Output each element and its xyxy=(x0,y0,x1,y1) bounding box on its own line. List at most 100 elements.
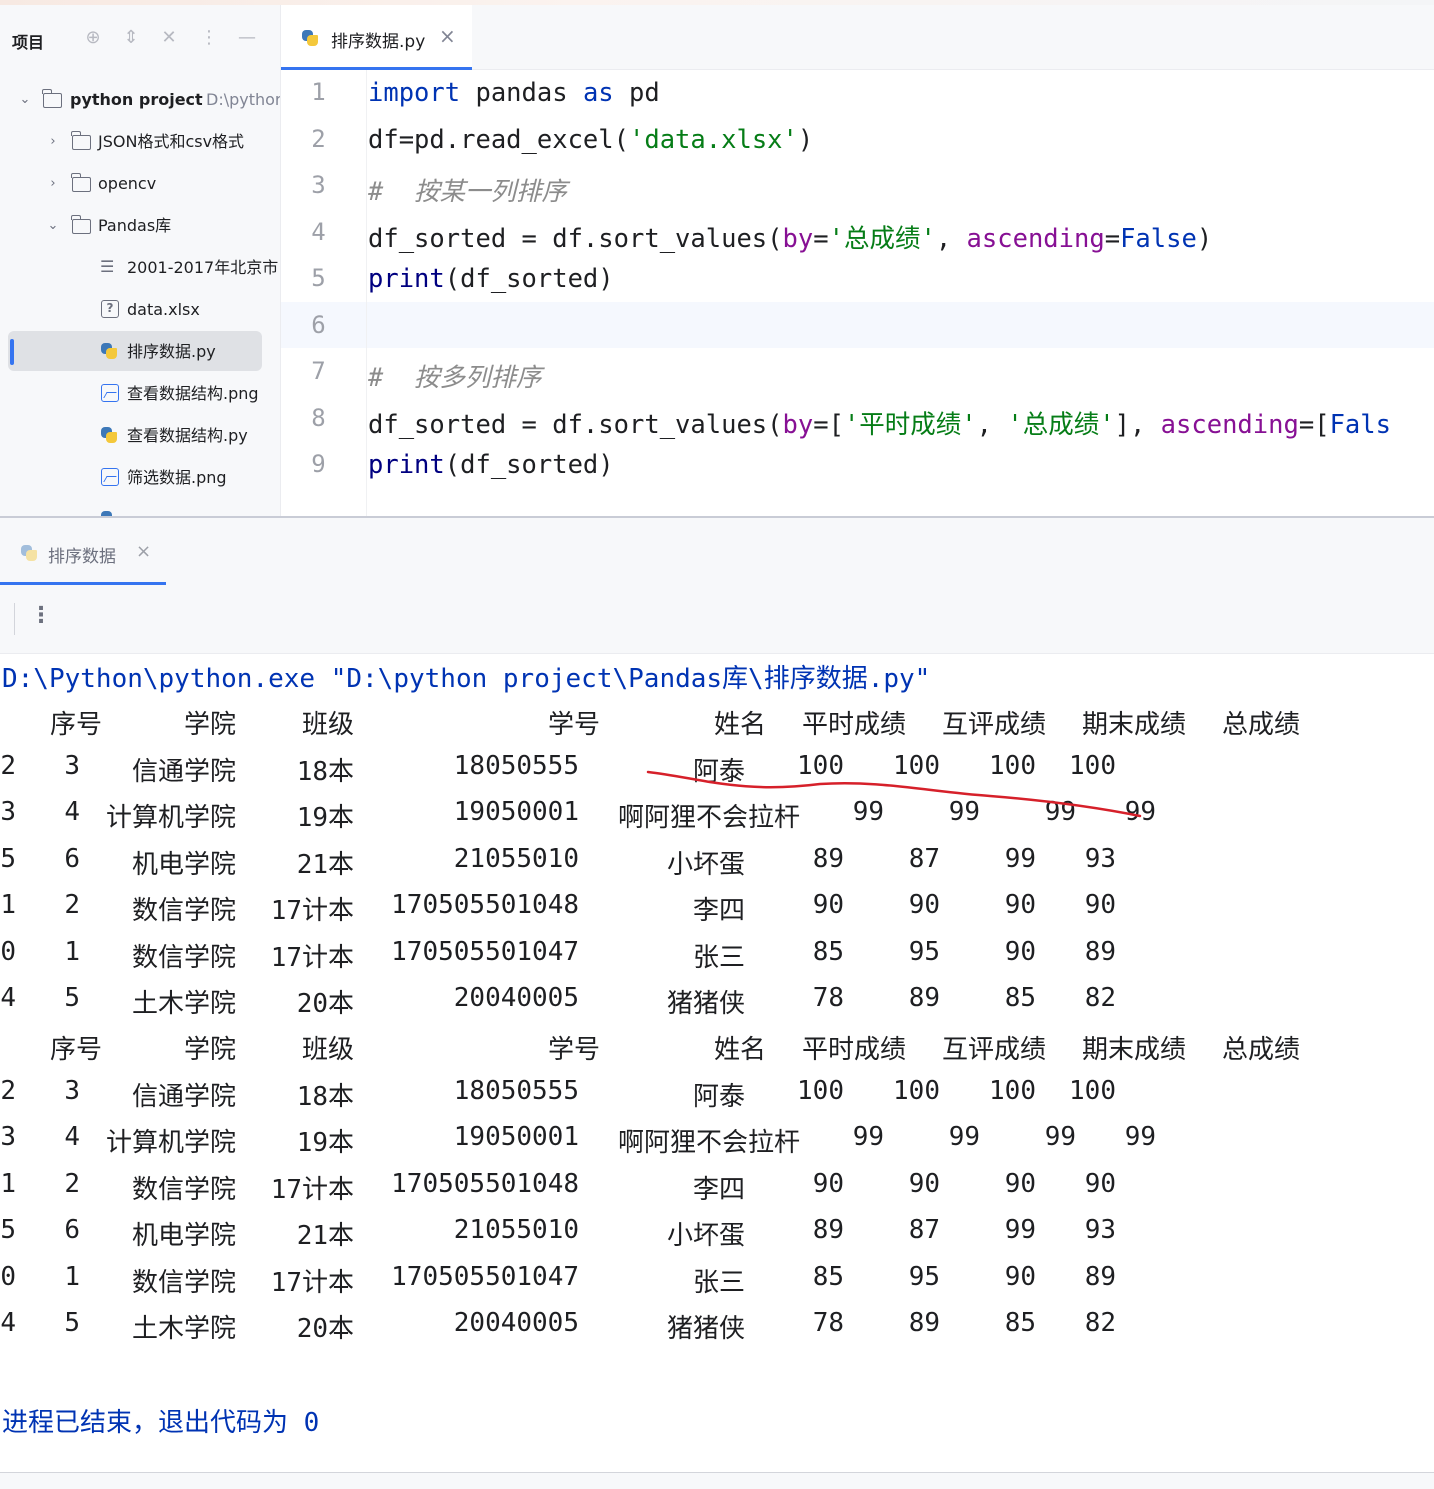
close-icon[interactable]: × xyxy=(136,541,151,562)
code-token: '平时成绩' xyxy=(843,409,977,440)
chevron-right-icon[interactable]: › xyxy=(46,165,60,203)
table-cell: 21本 xyxy=(296,849,354,880)
column-header: 学号 xyxy=(547,1035,600,1065)
tree-item-json[interactable]: › JSON格式和csv格式 xyxy=(0,123,280,161)
tree-item-partial[interactable] xyxy=(0,501,280,517)
line-number[interactable]: 1 xyxy=(281,78,356,106)
table-cell: 李四 xyxy=(692,1174,745,1205)
column-header: 序号 xyxy=(49,710,102,740)
table-cell: 78 xyxy=(812,983,844,1013)
hide-panel-icon[interactable]: — xyxy=(236,27,258,49)
more-options-icon[interactable]: ⋮ xyxy=(30,603,52,628)
table-cell: 数信学院 xyxy=(131,1174,236,1205)
tree-item-beijing[interactable]: ☰ 2001-2017年北京市 xyxy=(0,249,280,287)
current-line-highlight xyxy=(281,302,1434,348)
table-cell: 78 xyxy=(812,1308,844,1338)
table-cell: 数信学院 xyxy=(131,942,236,973)
code-line: # 按多列排序 xyxy=(368,357,542,394)
table-cell: 数信学院 xyxy=(131,1267,236,1298)
table-cell: 小坏蛋 xyxy=(666,849,745,880)
table-cell: 20040005 xyxy=(453,983,579,1013)
column-header: 班级 xyxy=(301,1035,354,1065)
table-cell: 3 xyxy=(0,797,16,827)
line-number[interactable]: 4 xyxy=(281,218,356,246)
tree-item-structure-png[interactable]: 查看数据结构.png xyxy=(0,375,280,413)
run-tab-label[interactable]: 排序数据 xyxy=(48,542,116,567)
code-token: import xyxy=(368,78,461,108)
column-header: 学院 xyxy=(183,1035,236,1065)
table-cell: 85 xyxy=(1004,1308,1036,1338)
tree-item-structure-py[interactable]: 查看数据结构.py xyxy=(0,417,280,455)
table-cell: 170505501048 xyxy=(391,1168,579,1199)
table-cell: 土木学院 xyxy=(131,989,236,1019)
unknown-file-icon: ? xyxy=(101,300,119,318)
chevron-down-icon[interactable]: ⌄ xyxy=(46,207,60,245)
tree-item-root[interactable]: ⌄ python project D:\pythor xyxy=(0,81,280,119)
code-token: print xyxy=(368,264,445,294)
code-token: (df_sorted) xyxy=(444,264,614,294)
line-number[interactable]: 7 xyxy=(281,357,356,385)
expand-all-icon[interactable]: ⇕ xyxy=(120,27,142,49)
table-cell: 90 xyxy=(1004,936,1036,967)
project-panel: 项目 ⊕ ⇕ ✕ ⋮ — ⌄ python project D:\pythor … xyxy=(0,5,281,517)
tab-sort-py[interactable]: 排序数据.py × xyxy=(281,5,472,70)
table-cell: 90 xyxy=(1084,1168,1116,1199)
line-number[interactable]: 5 xyxy=(281,264,356,292)
table-cell: 85 xyxy=(812,1261,844,1292)
table-cell: 20040005 xyxy=(453,1308,579,1338)
collapse-all-icon[interactable]: ✕ xyxy=(158,27,180,49)
table-cell: 93 xyxy=(1084,1215,1116,1245)
table-cell: 17计本 xyxy=(270,1174,354,1205)
line-number[interactable]: 6 xyxy=(281,311,356,339)
column-header: 姓名 xyxy=(713,710,766,740)
table-cell: 20本 xyxy=(296,989,354,1019)
line-number[interactable]: 3 xyxy=(281,171,356,199)
tree-item-opencv[interactable]: › opencv xyxy=(0,165,280,203)
table-cell: 6 xyxy=(64,843,80,874)
chevron-down-icon[interactable]: ⌄ xyxy=(18,81,32,119)
table-cell: 19本 xyxy=(296,803,354,833)
tree-item-filter-png[interactable]: 筛选数据.png xyxy=(0,459,280,497)
python-file-icon xyxy=(301,29,319,47)
table-cell: 21055010 xyxy=(453,843,579,874)
tree-item-pandas[interactable]: ⌄ Pandas库 xyxy=(0,207,280,245)
table-cell: 4 xyxy=(64,797,80,827)
table-cell: 17计本 xyxy=(270,896,354,926)
tree-item-sort-py[interactable]: 排序数据.py xyxy=(0,331,280,371)
table-cell: 2 xyxy=(0,1075,16,1106)
line-number[interactable]: 8 xyxy=(281,404,356,432)
tree-item-label: 查看数据结构.png xyxy=(127,384,259,403)
line-number[interactable]: 2 xyxy=(281,125,356,153)
table-cell: 李四 xyxy=(692,896,745,926)
table-cell: 170505501047 xyxy=(391,1261,579,1292)
code-line: df=pd.read_excel('data.xlsx') xyxy=(368,125,813,155)
code-token: , xyxy=(935,223,967,254)
tree-item-data-xlsx[interactable]: ? data.xlsx xyxy=(0,291,280,329)
options-icon[interactable]: ⋮ xyxy=(198,27,220,49)
code-editor[interactable]: 1 2 3 4 5 6 7 8 9 import pandas as pd df=pd.read_… xyxy=(281,70,1434,517)
locate-icon[interactable]: ⊕ xyxy=(82,27,104,49)
folder-icon xyxy=(42,89,62,108)
code-line: # 按某一列排序 xyxy=(368,171,567,208)
close-icon[interactable]: × xyxy=(439,24,456,48)
table-cell: 89 xyxy=(1084,936,1116,967)
code-line: df_sorted = df.sort_values(by='总成绩', asc… xyxy=(368,218,1212,255)
run-tab-bar: 排序数据 × xyxy=(0,518,1434,585)
table-cell: 82 xyxy=(1084,983,1116,1013)
column-header: 序号 xyxy=(49,1035,102,1065)
root-name: python project xyxy=(70,90,203,109)
table-cell: 3 xyxy=(64,1075,80,1106)
table-cell: 6 xyxy=(64,1215,80,1245)
column-header: 期末成绩 xyxy=(1081,710,1186,740)
table-cell: 18本 xyxy=(296,756,354,787)
run-console[interactable]: D:\Python\python.exe "D:\python project\… xyxy=(0,654,1434,1474)
table-cell: 5 xyxy=(0,1215,16,1245)
table-cell: 猪猪侠 xyxy=(666,989,745,1019)
project-panel-title: 项目 xyxy=(12,33,45,52)
line-number[interactable]: 9 xyxy=(281,450,356,478)
python-file-icon xyxy=(20,544,38,562)
table-cell: 0 xyxy=(0,936,16,967)
table-cell: 89 xyxy=(1084,1261,1116,1292)
table-cell: 0 xyxy=(0,1261,16,1292)
chevron-right-icon[interactable]: › xyxy=(46,123,60,161)
